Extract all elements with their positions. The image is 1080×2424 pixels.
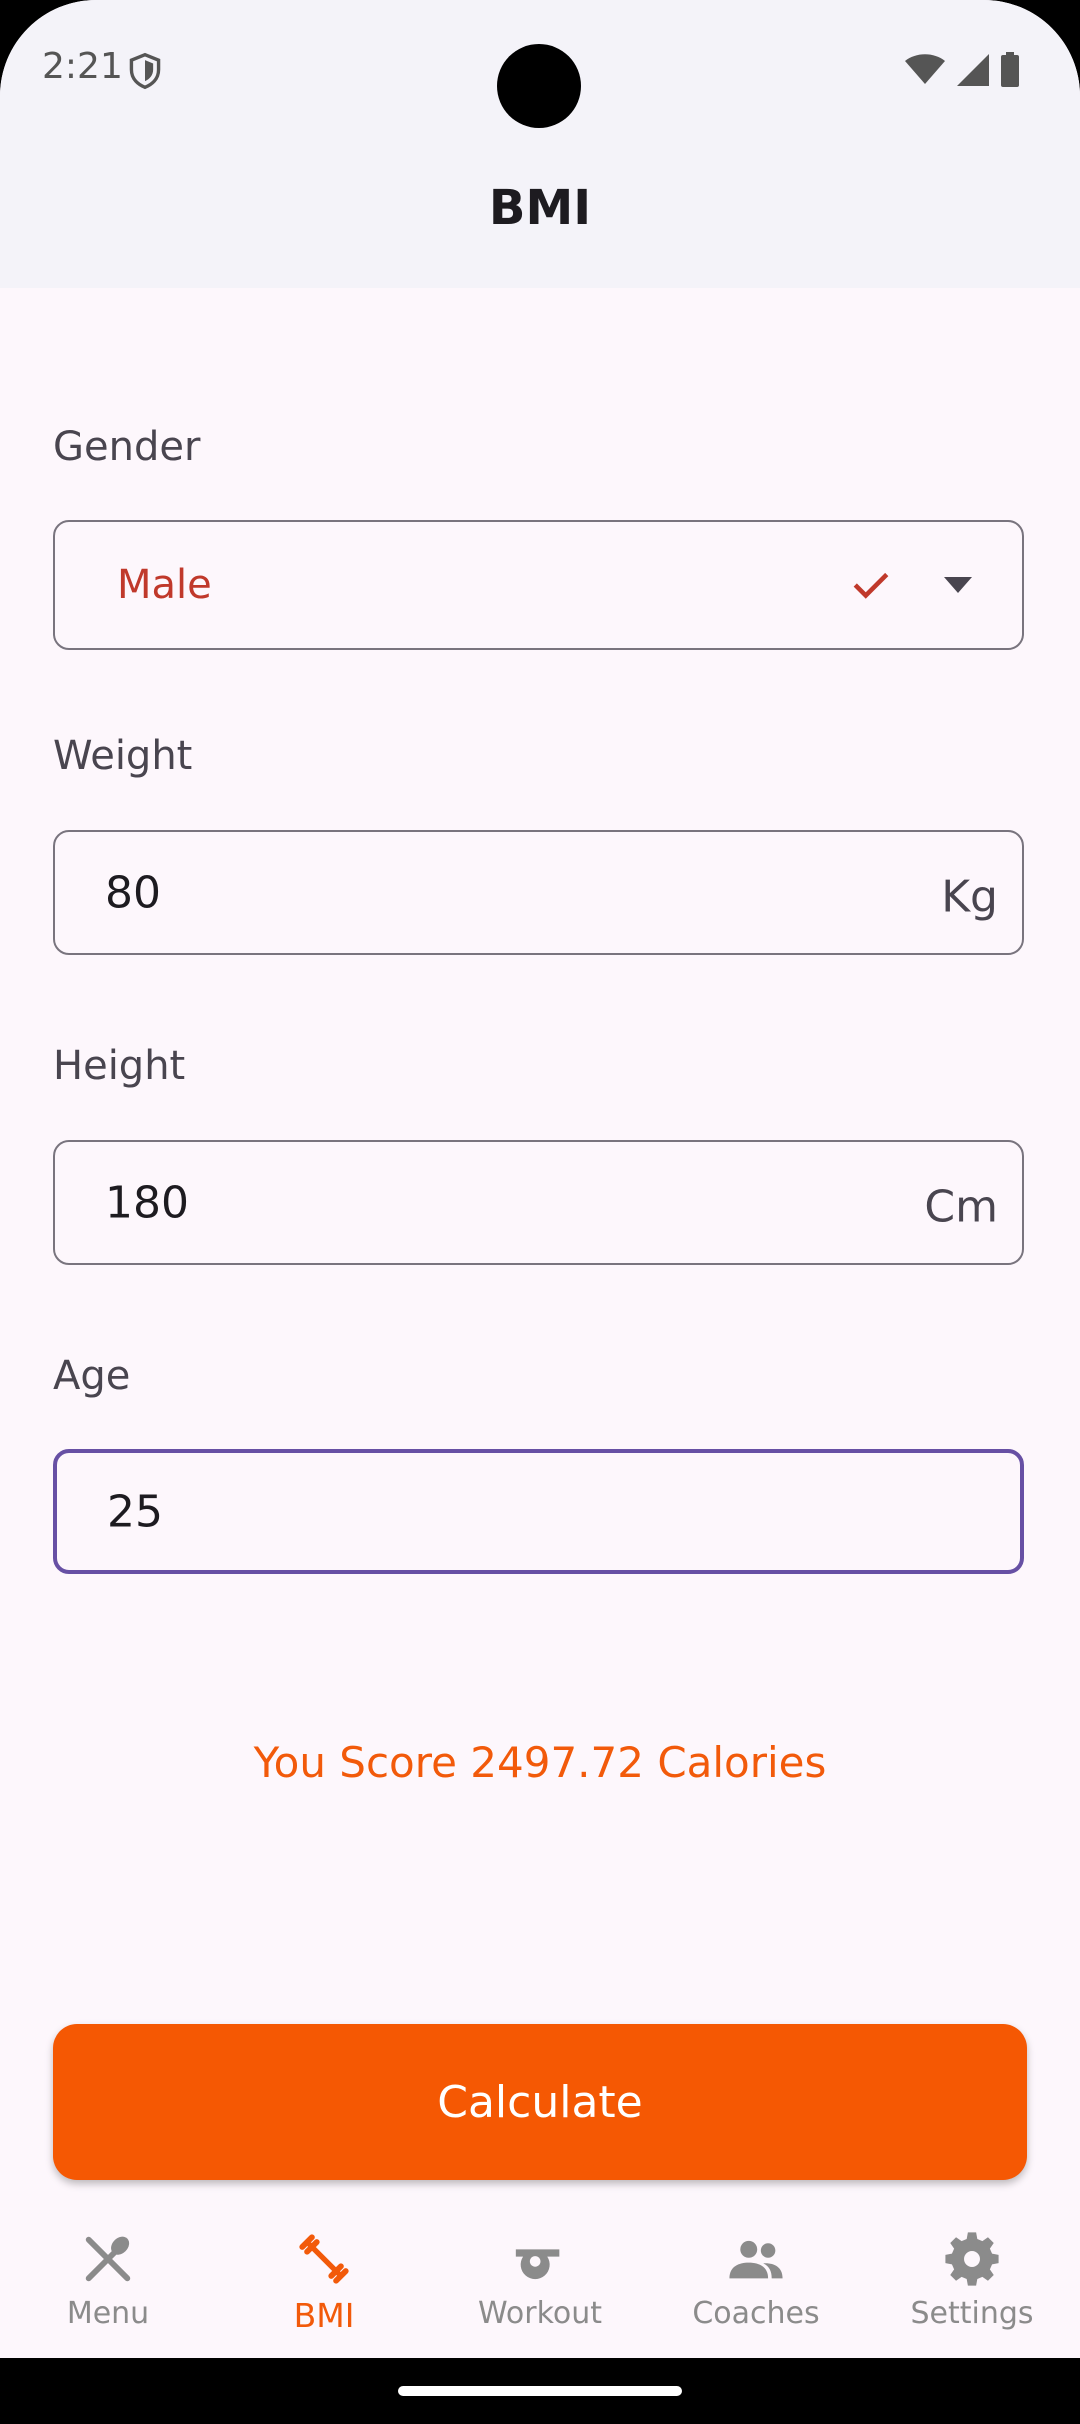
page-title: BMI — [488, 180, 592, 236]
nav-item-settings[interactable]: Settings — [864, 2208, 1080, 2358]
utensils-icon — [85, 2236, 131, 2282]
nav-item-bmi[interactable]: BMI — [216, 2208, 432, 2358]
calculate-button[interactable]: Calculate — [53, 2024, 1027, 2180]
weight-field[interactable]: 80 Kg — [53, 830, 1024, 955]
dumbbell-icon — [299, 2234, 349, 2284]
calorie-result: You Score 2497.72 Calories — [253, 1738, 827, 1787]
whistle-icon — [515, 2249, 560, 2280]
weight-unit: Kg — [941, 871, 998, 923]
nav-label-workout: Workout — [477, 2296, 603, 2331]
bottom-nav: Menu BMI Workout Coaches Settings — [0, 2208, 1080, 2358]
camera-cutout — [497, 44, 581, 128]
wifi-icon — [905, 54, 945, 84]
gender-dropdown[interactable]: Male — [53, 520, 1024, 650]
gender-value: Male — [117, 562, 212, 608]
status-icons — [904, 50, 1020, 90]
weight-value: 80 — [105, 867, 161, 918]
gender-label: Gender — [53, 424, 201, 470]
nav-label-coaches: Coaches — [692, 2296, 820, 2331]
nav-item-workout[interactable]: Workout — [432, 2208, 648, 2358]
height-label: Height — [53, 1043, 186, 1089]
age-field[interactable]: 25 — [53, 1449, 1024, 1574]
status-time: 2:21 — [42, 46, 123, 87]
height-value: 180 — [105, 1177, 189, 1228]
nav-label-menu: Menu — [66, 2296, 150, 2331]
age-label: Age — [53, 1353, 131, 1399]
nav-label-bmi: BMI — [293, 2296, 355, 2335]
shield-icon — [129, 52, 161, 90]
weight-label: Weight — [53, 733, 193, 779]
nav-label-settings: Settings — [910, 2296, 1034, 2331]
height-field[interactable]: 180 Cm — [53, 1140, 1024, 1265]
check-icon — [853, 572, 889, 599]
height-unit: Cm — [924, 1181, 998, 1233]
battery-icon — [1001, 52, 1019, 87]
age-value: 25 — [107, 1486, 163, 1537]
top-app-bar: 2:21 BMI — [0, 0, 1080, 288]
nav-item-coaches[interactable]: Coaches — [648, 2208, 864, 2358]
screen: 2:21 BMI Gender Male Weight 80 Kg Height… — [0, 0, 1080, 2424]
home-indicator[interactable] — [398, 2386, 682, 2396]
chevron-down-icon — [944, 577, 972, 593]
people-icon — [729, 2240, 783, 2279]
gear-icon — [945, 2232, 999, 2286]
signal-icon — [957, 54, 989, 86]
nav-item-menu[interactable]: Menu — [0, 2208, 216, 2358]
